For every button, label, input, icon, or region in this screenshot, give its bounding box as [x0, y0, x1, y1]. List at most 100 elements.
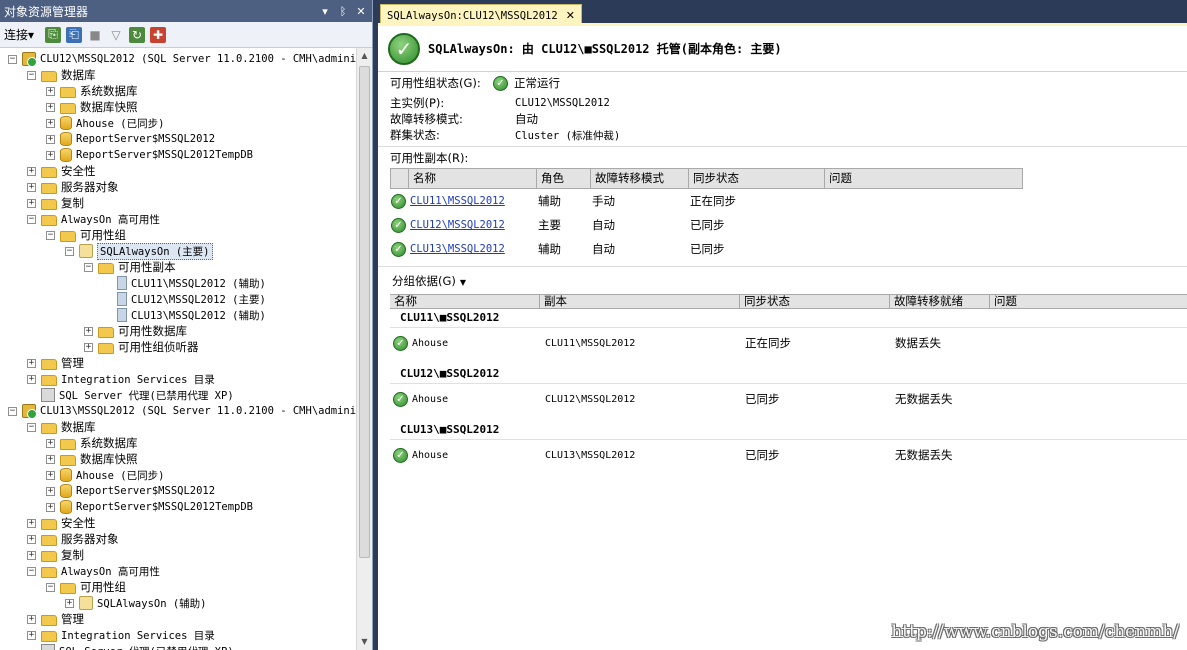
tree-node[interactable]: − 可用性副本	[84, 259, 176, 275]
expand-icon[interactable]: +	[27, 614, 36, 624]
tree-node[interactable]: + Ahouse (已同步)	[46, 467, 164, 483]
tree-node[interactable]: − 可用性组	[46, 227, 126, 243]
tree-node[interactable]: + ReportServer$MSSQL2012	[46, 131, 215, 147]
tree-node[interactable]: CLU11\MSSQL2012 (辅助)	[103, 275, 266, 291]
database-row[interactable]: ✓ Ahouse CLU12\MSSQL2012 已同步 无数据丢失	[390, 388, 1187, 410]
column-header-role[interactable]: 角色	[537, 169, 591, 188]
expand-icon[interactable]: +	[84, 326, 93, 336]
collapse-icon[interactable]: −	[27, 70, 36, 80]
tree-node[interactable]: + 可用性组侦听器	[84, 339, 199, 355]
tree-node[interactable]: + ReportServer$MSSQL2012	[46, 483, 215, 499]
tree-node[interactable]: − 可用性组	[46, 579, 126, 595]
replica-name-link[interactable]: CLU12\MSSQL2012	[406, 219, 534, 231]
collapse-icon[interactable]: −	[46, 230, 55, 240]
db-column-header-issues[interactable]: 问题	[990, 295, 1187, 308]
database-row[interactable]: ✓ Ahouse CLU11\MSSQL2012 正在同步 数据丢失	[390, 332, 1187, 354]
tree-node[interactable]: − SQLAlwaysOn (主要)	[65, 242, 213, 260]
collapse-icon[interactable]: −	[27, 214, 36, 224]
scrollbar-thumb[interactable]	[359, 66, 370, 558]
expand-icon[interactable]: +	[27, 198, 36, 208]
connect-button[interactable]: 连接▾	[4, 26, 34, 43]
expand-icon[interactable]: +	[27, 166, 36, 176]
tree-node[interactable]: + 管理	[27, 611, 84, 627]
expand-icon[interactable]: +	[46, 486, 55, 496]
expand-icon[interactable]: +	[46, 150, 55, 160]
expand-icon[interactable]: +	[46, 470, 55, 480]
tree-node[interactable]: + Ahouse (已同步)	[46, 115, 164, 131]
expand-icon[interactable]: +	[27, 518, 36, 528]
connect-object-explorer-icon[interactable]: ⎘	[45, 26, 62, 43]
collapse-icon[interactable]: −	[46, 582, 55, 592]
expand-icon[interactable]: +	[27, 374, 36, 384]
expand-icon[interactable]: +	[46, 134, 55, 144]
replica-name-link[interactable]: CLU13\MSSQL2012	[406, 243, 534, 255]
tree-node[interactable]: − AlwaysOn 高可用性	[27, 563, 160, 579]
db-column-header-failover-ready[interactable]: 故障转移就绪	[890, 295, 990, 308]
tree-node[interactable]: + 复制	[27, 547, 84, 563]
tree-node[interactable]: + 可用性数据库	[84, 323, 187, 339]
expand-icon[interactable]: +	[46, 102, 55, 112]
tree-node[interactable]: − 数据库	[27, 419, 96, 435]
tree-node[interactable]: + 系统数据库	[46, 83, 138, 99]
replica-row[interactable]: ✓ CLU11\MSSQL2012 辅助 手动 正在同步	[390, 189, 1023, 213]
tree-node[interactable]: − CLU12\MSSQL2012 (SQL Server 11.0.2100 -…	[8, 51, 356, 67]
column-header-sync[interactable]: 同步状态	[689, 169, 825, 188]
disconnect-icon[interactable]: ⎗	[66, 26, 83, 43]
tree-node[interactable]: + Integration Services 目录	[27, 627, 215, 643]
tree-node[interactable]: + 系统数据库	[46, 435, 138, 451]
tree-node[interactable]: − 数据库	[27, 67, 96, 83]
activity-monitor-icon[interactable]: ✚	[150, 26, 167, 43]
database-row[interactable]: ✓ Ahouse CLU13\MSSQL2012 已同步 无数据丢失	[390, 444, 1187, 466]
tree-node[interactable]: + ReportServer$MSSQL2012TempDB	[46, 499, 253, 515]
db-column-header-replica[interactable]: 副本	[540, 295, 740, 308]
expand-icon[interactable]: +	[46, 454, 55, 464]
tree-node[interactable]: SQL Server 代理(已禁用代理 XP)	[27, 387, 234, 403]
collapse-icon[interactable]: −	[84, 262, 93, 272]
tree-node[interactable]: + 数据库快照	[46, 451, 138, 467]
expand-icon[interactable]: +	[27, 550, 36, 560]
expand-icon[interactable]: +	[46, 118, 55, 128]
tree-node[interactable]: SQL Server 代理(已禁用代理 XP)	[27, 643, 234, 650]
tree-node[interactable]: + 管理	[27, 355, 84, 371]
replica-name-link[interactable]: CLU11\MSSQL2012	[406, 195, 534, 207]
auto-hide-pin-icon[interactable]: ᛒ	[336, 5, 350, 18]
refresh-icon[interactable]: ↻	[129, 26, 146, 43]
scroll-down-icon[interactable]: ▼	[357, 634, 372, 650]
expand-icon[interactable]: +	[46, 438, 55, 448]
collapse-icon[interactable]: −	[27, 422, 36, 432]
expand-icon[interactable]: +	[27, 534, 36, 544]
collapse-icon[interactable]: −	[65, 246, 74, 256]
expand-icon[interactable]: +	[27, 358, 36, 368]
expand-icon[interactable]: +	[46, 86, 55, 96]
db-column-header-name[interactable]: 名称	[390, 295, 540, 308]
replica-row[interactable]: ✓ CLU12\MSSQL2012 主要 自动 已同步	[390, 213, 1023, 237]
tree-node[interactable]: + 服务器对象	[27, 531, 119, 547]
stop-icon[interactable]: ■	[87, 27, 103, 43]
tree-node[interactable]: + Integration Services 目录	[27, 371, 215, 387]
db-column-header-sync[interactable]: 同步状态	[740, 295, 890, 308]
tree-node[interactable]: + 服务器对象	[27, 179, 119, 195]
filter-icon[interactable]: ▽	[108, 27, 124, 43]
tree-node[interactable]: + 安全性	[27, 163, 96, 179]
replica-row[interactable]: ✓ CLU13\MSSQL2012 辅助 自动 已同步	[390, 237, 1023, 261]
expand-icon[interactable]: +	[27, 630, 36, 640]
tree-node[interactable]: CLU12\MSSQL2012 (主要)	[103, 291, 266, 307]
expand-icon[interactable]: +	[84, 342, 93, 352]
expand-icon[interactable]: +	[65, 598, 74, 608]
window-position-dropdown-icon[interactable]: ▾	[318, 5, 332, 18]
tree-node[interactable]: CLU13\MSSQL2012 (辅助)	[103, 307, 266, 323]
column-header-failover[interactable]: 故障转移模式	[591, 169, 689, 188]
tree-node[interactable]: − CLU13\MSSQL2012 (SQL Server 11.0.2100 -…	[8, 403, 356, 419]
tree-node[interactable]: + 复制	[27, 195, 84, 211]
tree-node[interactable]: + SQLAlwaysOn (辅助)	[65, 595, 207, 611]
column-header-name[interactable]: 名称	[409, 169, 537, 188]
tree-vertical-scrollbar[interactable]: ▲ ▼	[356, 48, 372, 650]
tree-node[interactable]: + 安全性	[27, 515, 96, 531]
column-header-issues[interactable]: 问题	[825, 169, 1022, 188]
group-by-button[interactable]: 分组依据(G) ▼	[392, 273, 466, 289]
collapse-icon[interactable]: −	[8, 406, 17, 416]
expand-icon[interactable]: +	[27, 182, 36, 192]
tree-node[interactable]: + ReportServer$MSSQL2012TempDB	[46, 147, 253, 163]
tree-node[interactable]: − AlwaysOn 高可用性	[27, 211, 160, 227]
expand-icon[interactable]: +	[46, 502, 55, 512]
